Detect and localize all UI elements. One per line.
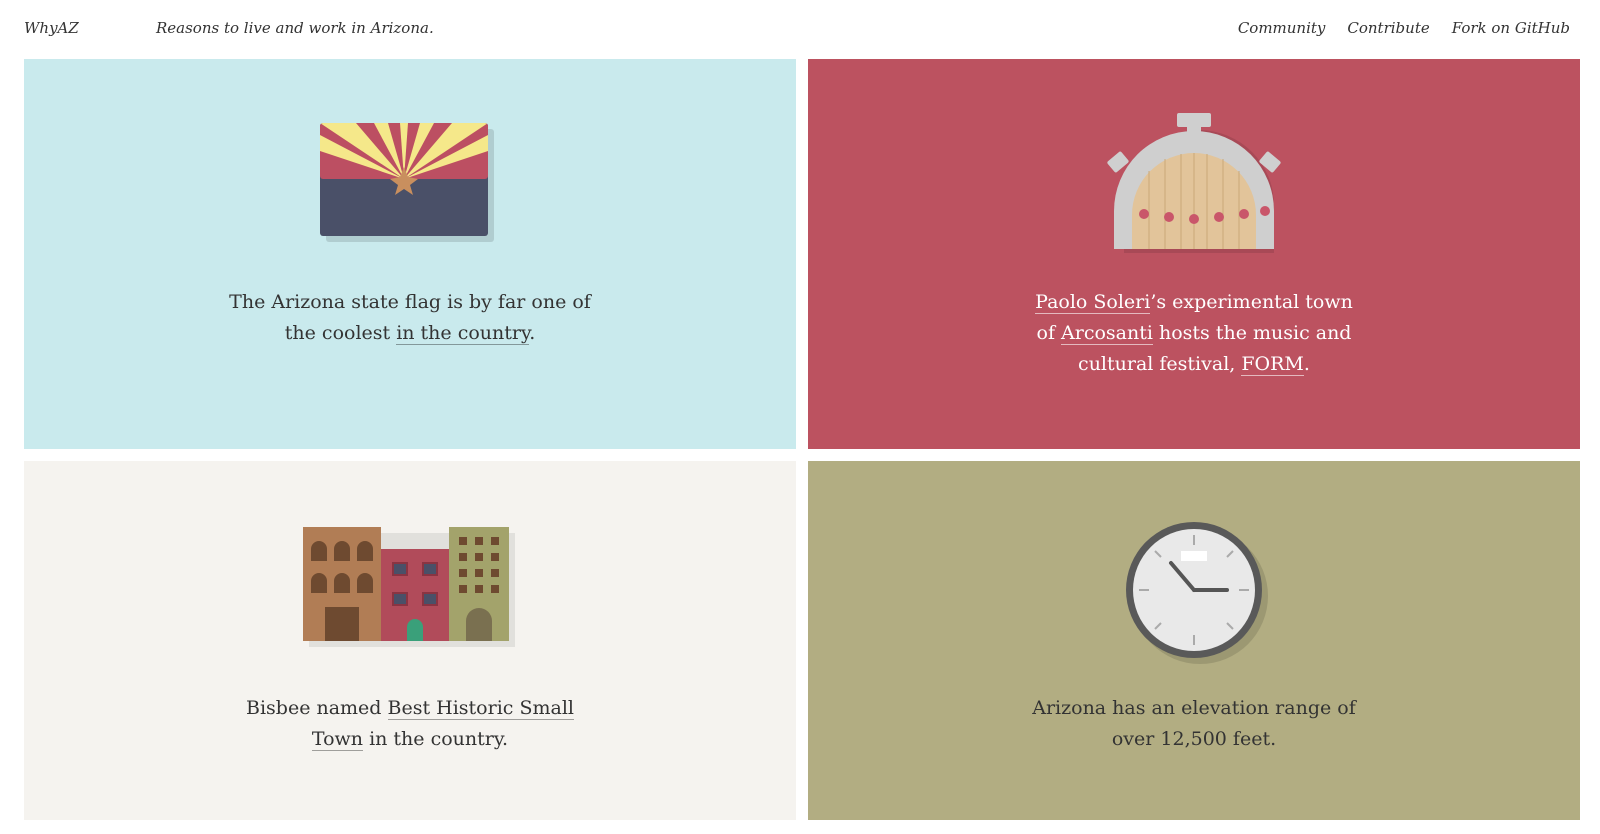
in-the-country-link[interactable]: in the country [396,322,530,345]
reason-caption-elevation: Arizona has an elevation range of over 1… [1032,697,1356,750]
caption-text: . [1303,353,1310,375]
site-tagline: Reasons to live and work in Arizona. [156,19,434,37]
reason-caption-arcosanti: Paolo Soleri’s experimental town of Arco… [808,287,1580,380]
clock-icon [1126,522,1268,664]
top-nav: Community Contribute Fork on GitHub [1238,19,1570,37]
caption-text: Bisbee named [246,697,388,719]
historic-buildings-icon [303,527,515,647]
caption-text: in the country. [363,728,509,750]
site-logo[interactable]: WhyAZ [24,19,79,37]
nav-fork-github-link[interactable]: Fork on GitHub [1452,19,1570,37]
reason-caption-flag: The Arizona state flag is by far one of … [24,287,796,349]
arizona-flag-icon [320,123,494,242]
caption-text: . [529,322,536,344]
form-festival-link[interactable]: FORM [1241,353,1304,376]
reason-card-arcosanti: Paolo Soleri’s experimental town of Arco… [808,59,1580,449]
reason-card-bisbee: Bisbee named Best Historic Small Town in… [24,461,796,820]
site-header: WhyAZ Reasons to live and work in Arizon… [0,0,1600,58]
paolo-soleri-link[interactable]: Paolo Soleri [1035,291,1151,314]
reason-card-elevation: Arizona has an elevation range of over 1… [808,461,1580,820]
reason-caption-bisbee: Bisbee named Best Historic Small Town in… [24,693,796,755]
reason-card-flag: The Arizona state flag is by far one of … [24,59,796,449]
arcosanti-dome-icon [1107,113,1281,253]
nav-contribute-link[interactable]: Contribute [1347,19,1429,37]
nav-community-link[interactable]: Community [1238,19,1326,37]
arcosanti-link[interactable]: Arcosanti [1061,322,1153,345]
